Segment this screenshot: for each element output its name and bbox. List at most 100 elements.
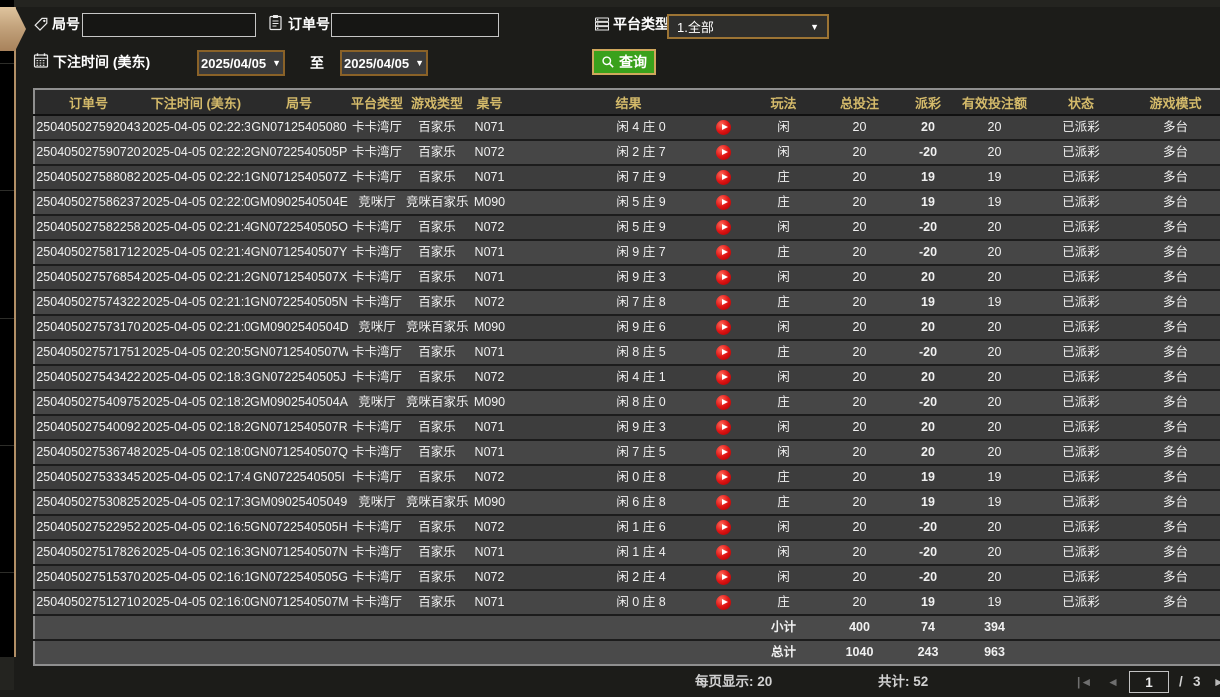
replay-play-icon[interactable] [716, 470, 731, 485]
search-button[interactable]: 查询 [592, 49, 656, 75]
sidebar-collapse-handle[interactable] [0, 7, 26, 51]
bet-time-cell: 2025-04-05 02:21:46 [142, 240, 250, 266]
replay-play-icon[interactable] [716, 270, 731, 285]
payout-cell: 19 [898, 190, 958, 216]
result-text: 闲 2 庄 7 [616, 145, 666, 159]
valid-bet-cell: 20 [958, 540, 1031, 566]
replay-play-icon[interactable] [716, 395, 731, 410]
game-type-cell: 百家乐 [406, 415, 468, 441]
bet-type-cell: 庄 [746, 490, 821, 516]
valid-bet-cell: 20 [958, 215, 1031, 241]
result-cell: 闲 9 庄 6 [511, 315, 746, 341]
order-no-cell: 250405027581712 [34, 240, 142, 266]
subtotal-mode-spacer [1131, 615, 1220, 641]
bet-time-cell: 2025-04-05 02:16:19 [142, 565, 250, 591]
status-badge: 已派彩 [1031, 390, 1131, 416]
bet-type-cell: 闲 [746, 140, 821, 166]
table-no-cell: N071 [468, 340, 511, 366]
replay-play-icon[interactable] [716, 570, 731, 585]
rail-accent-line [14, 7, 16, 657]
total-bet-cell: 20 [821, 515, 898, 541]
table-row: 250405027586237 2025-04-05 02:22:06 GM09… [34, 190, 1220, 216]
order-no-label: 订单号 [288, 16, 330, 32]
replay-play-icon[interactable] [716, 445, 731, 460]
result-text: 闲 0 庄 8 [616, 470, 666, 484]
payout-cell: -20 [898, 540, 958, 566]
platform-cell: 卡卡湾厅 [348, 565, 406, 591]
replay-play-icon[interactable] [716, 120, 731, 135]
result-cell: 闲 9 庄 3 [511, 415, 746, 441]
column-header: 桌号 [468, 89, 511, 116]
platform-cell: 竞咪厅 [348, 315, 406, 341]
valid-bet-cell: 19 [958, 490, 1031, 516]
platform-cell: 卡卡湾厅 [348, 290, 406, 316]
date-from-select[interactable]: 2025/04/05 ▼ [197, 50, 285, 76]
table-row: 250405027536748 2025-04-05 02:18:05 GN07… [34, 440, 1220, 466]
order-no-cell: 250405027586237 [34, 190, 142, 216]
result-cell: 闲 9 庄 7 [511, 240, 746, 266]
game-no-cell: GN0712540507N [250, 540, 348, 566]
result-text: 闲 1 庄 4 [616, 545, 666, 559]
replay-play-icon[interactable] [716, 220, 731, 235]
game-no-cell: GN0722540505N [250, 290, 348, 316]
total-bet-cell: 20 [821, 565, 898, 591]
replay-play-icon[interactable] [716, 370, 731, 385]
replay-play-icon[interactable] [716, 170, 731, 185]
result-text: 闲 5 庄 9 [616, 195, 666, 209]
replay-play-icon[interactable] [716, 320, 731, 335]
game-type-cell: 百家乐 [406, 440, 468, 466]
valid-bet-cell: 20 [958, 140, 1031, 166]
table-row: 250405027522952 2025-04-05 02:16:58 GN07… [34, 515, 1220, 541]
game-type-cell: 百家乐 [406, 265, 468, 291]
order-no-cell: 250405027540092 [34, 415, 142, 441]
column-header: 有效投注额 [958, 89, 1031, 116]
platform-cell: 卡卡湾厅 [348, 590, 406, 616]
replay-play-icon[interactable] [716, 195, 731, 210]
bet-type-cell: 闲 [746, 265, 821, 291]
bet-time-cell: 2025-04-05 02:20:59 [142, 340, 250, 366]
game-no-cell: GM09025405049 [250, 490, 348, 516]
replay-play-icon[interactable] [716, 245, 731, 260]
table-no-cell: N071 [468, 265, 511, 291]
result-text: 闲 9 庄 3 [616, 420, 666, 434]
date-to-select[interactable]: 2025/04/05 ▼ [340, 50, 428, 76]
valid-bet-cell: 20 [958, 265, 1031, 291]
valid-bet-cell: 19 [958, 290, 1031, 316]
status-badge: 已派彩 [1031, 215, 1131, 241]
bet-time-cell: 2025-04-05 02:16:33 [142, 540, 250, 566]
replay-play-icon[interactable] [716, 420, 731, 435]
replay-play-icon[interactable] [716, 345, 731, 360]
replay-play-icon[interactable] [716, 520, 731, 535]
game-type-cell: 百家乐 [406, 540, 468, 566]
bet-time-cell: 2025-04-05 02:18:05 [142, 440, 250, 466]
bet-type-cell: 闲 [746, 215, 821, 241]
replay-play-icon[interactable] [716, 495, 731, 510]
game-no-cell: GN0712540507W [250, 340, 348, 366]
result-text: 闲 9 庄 3 [616, 270, 666, 284]
valid-bet-cell: 20 [958, 340, 1031, 366]
replay-play-icon[interactable] [716, 595, 731, 610]
payout-cell: -20 [898, 515, 958, 541]
game-no-cell: GN0722540505I [250, 465, 348, 491]
total-status-spacer [1031, 640, 1131, 665]
table-row: 250405027515370 2025-04-05 02:16:19 GN07… [34, 565, 1220, 591]
replay-play-icon[interactable] [716, 145, 731, 160]
game-no-cell: GN0722540505J [250, 365, 348, 391]
platform-select[interactable]: 1.全部 ▼ [667, 14, 829, 39]
replay-play-icon[interactable] [716, 295, 731, 310]
game-no-input[interactable] [82, 13, 256, 37]
total-bet-cell: 20 [821, 115, 898, 141]
game-type-cell: 百家乐 [406, 165, 468, 191]
result-cell: 闲 9 庄 3 [511, 265, 746, 291]
bet-type-cell: 庄 [746, 190, 821, 216]
status-badge: 已派彩 [1031, 340, 1131, 366]
valid-bet-cell: 19 [958, 590, 1031, 616]
total-mode-spacer [1131, 640, 1220, 665]
replay-play-icon[interactable] [716, 545, 731, 560]
table-row: 250405027590720 2025-04-05 02:22:28 GN07… [34, 140, 1220, 166]
platform-label: 平台类型 [613, 16, 669, 32]
order-no-cell: 250405027540975 [34, 390, 142, 416]
order-no-input[interactable] [331, 13, 499, 37]
status-badge: 已派彩 [1031, 465, 1131, 491]
result-text: 闲 5 庄 9 [616, 220, 666, 234]
